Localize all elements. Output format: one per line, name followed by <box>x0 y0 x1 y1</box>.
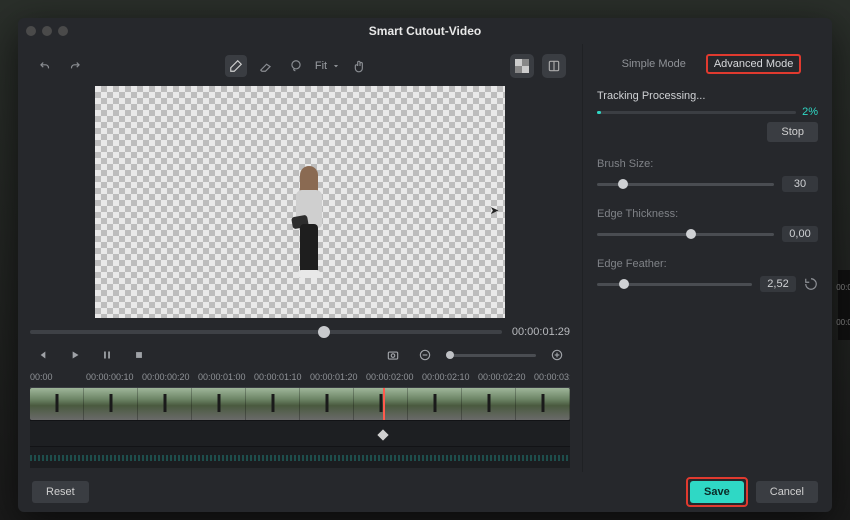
tracking-status-label: Tracking Processing... <box>597 90 818 102</box>
video-thumbnail <box>84 388 138 420</box>
timeline-ruler[interactable]: 00:00 00:00:00:10 00:00:00:20 00:00:01:0… <box>30 372 570 388</box>
video-track[interactable] <box>30 388 570 420</box>
video-thumbnail <box>516 388 570 420</box>
keyframe-track[interactable] <box>30 420 570 446</box>
zoom-thumb[interactable] <box>446 351 454 359</box>
edge-thickness-value[interactable]: 0,00 <box>782 226 818 242</box>
timecode-display: 00:00:01:29 <box>512 326 570 338</box>
window-controls[interactable] <box>26 26 68 36</box>
snapshot-button[interactable] <box>382 344 404 366</box>
close-window-icon[interactable] <box>26 26 36 36</box>
ruler-tick: 00:00:00:20 <box>142 372 198 382</box>
compare-toggle-button[interactable] <box>542 54 566 78</box>
cancel-button[interactable]: Cancel <box>756 481 818 503</box>
edge-feather-label: Edge Feather: <box>597 258 818 270</box>
tracking-progress-fill <box>597 111 601 114</box>
timeline: 00:00 00:00:00:10 00:00:00:20 00:00:01:0… <box>30 372 570 468</box>
redo-button[interactable] <box>64 55 86 77</box>
undo-button[interactable] <box>34 55 56 77</box>
edge-feather-slider[interactable] <box>597 283 752 286</box>
scrub-thumb[interactable] <box>318 326 330 338</box>
prev-frame-button[interactable] <box>32 344 54 366</box>
video-preview[interactable]: ➤ <box>95 86 505 318</box>
tab-advanced-mode[interactable]: Advanced Mode <box>714 58 794 70</box>
tracking-progress-percent: 2% <box>802 106 818 118</box>
edge-thickness-label: Edge Thickness: <box>597 208 818 220</box>
transparency-toggle-button[interactable] <box>510 54 534 78</box>
ruler-tick: 00:00:03:00 <box>534 372 570 382</box>
reset-button[interactable]: Reset <box>32 481 89 503</box>
lasso-tool-button[interactable] <box>285 55 307 77</box>
tab-simple-mode[interactable]: Simple Mode <box>614 54 694 74</box>
video-thumbnail <box>30 388 84 420</box>
audio-track[interactable] <box>30 446 570 468</box>
edge-thickness-slider[interactable] <box>597 233 774 236</box>
video-thumbnail <box>300 388 354 420</box>
ruler-tick: 00:00:01:10 <box>254 372 310 382</box>
video-thumbnail <box>354 388 408 420</box>
ruler-tick: 00:00:02:10 <box>422 372 478 382</box>
save-button-highlight: Save <box>686 477 748 507</box>
eraser-tool-button[interactable] <box>255 55 277 77</box>
cursor-icon: ➤ <box>490 204 499 217</box>
play-button[interactable] <box>64 344 86 366</box>
zoom-out-button[interactable] <box>414 344 436 366</box>
modal-footer: Reset Save Cancel <box>18 472 832 512</box>
video-thumbnail <box>192 388 246 420</box>
video-thumbnail <box>408 388 462 420</box>
reset-feather-icon[interactable] <box>804 277 818 291</box>
scrub-slider[interactable] <box>30 330 502 334</box>
brush-size-thumb[interactable] <box>618 179 628 189</box>
ruler-tick: 00:00:01:00 <box>198 372 254 382</box>
brush-size-slider[interactable] <box>597 183 774 186</box>
playhead[interactable] <box>383 388 385 420</box>
zoom-fit-label: Fit <box>315 60 327 72</box>
settings-panel: Simple Mode Advanced Mode Tracking Proce… <box>582 44 832 472</box>
brush-size-value[interactable]: 30 <box>782 176 818 192</box>
pause-button[interactable] <box>96 344 118 366</box>
zoom-in-button[interactable] <box>546 344 568 366</box>
keyframe-marker[interactable] <box>377 429 388 440</box>
brush-size-label: Brush Size: <box>597 158 818 170</box>
save-button[interactable]: Save <box>690 481 744 503</box>
cutout-subject <box>290 166 328 281</box>
zoom-fit-select[interactable]: Fit <box>315 60 341 72</box>
waveform <box>30 455 570 461</box>
background-timeline-peek: 00:0 00:0 <box>838 270 850 340</box>
edge-thickness-thumb[interactable] <box>686 229 696 239</box>
ruler-tick: 00:00:00:10 <box>86 372 142 382</box>
maximize-window-icon[interactable] <box>58 26 68 36</box>
stop-tracking-button[interactable]: Stop <box>767 122 818 142</box>
hand-tool-button[interactable] <box>349 55 371 77</box>
ruler-tick: 00:00 <box>30 372 86 382</box>
chevron-down-icon <box>331 61 341 71</box>
tracking-progress-bar <box>597 111 796 114</box>
ruler-tick: 00:00:02:20 <box>478 372 534 382</box>
smart-cutout-modal: Smart Cutout-Video Fit <box>18 18 832 512</box>
minimize-window-icon[interactable] <box>42 26 52 36</box>
video-thumbnail <box>138 388 192 420</box>
edge-feather-value[interactable]: 2,52 <box>760 276 796 292</box>
editor-panel: Fit ➤ 00:00:01 <box>18 44 582 472</box>
titlebar: Smart Cutout-Video <box>18 18 832 44</box>
ruler-tick: 00:00:01:20 <box>310 372 366 382</box>
ruler-tick: 00:00:02:00 <box>366 372 422 382</box>
video-thumbnail <box>462 388 516 420</box>
toolbar: Fit <box>30 52 570 80</box>
advanced-mode-highlight: Advanced Mode <box>706 54 802 74</box>
stop-playback-button[interactable] <box>128 344 150 366</box>
window-title: Smart Cutout-Video <box>18 24 832 38</box>
video-thumbnail <box>246 388 300 420</box>
zoom-slider[interactable] <box>446 354 536 357</box>
edge-feather-thumb[interactable] <box>619 279 629 289</box>
brush-tool-button[interactable] <box>225 55 247 77</box>
